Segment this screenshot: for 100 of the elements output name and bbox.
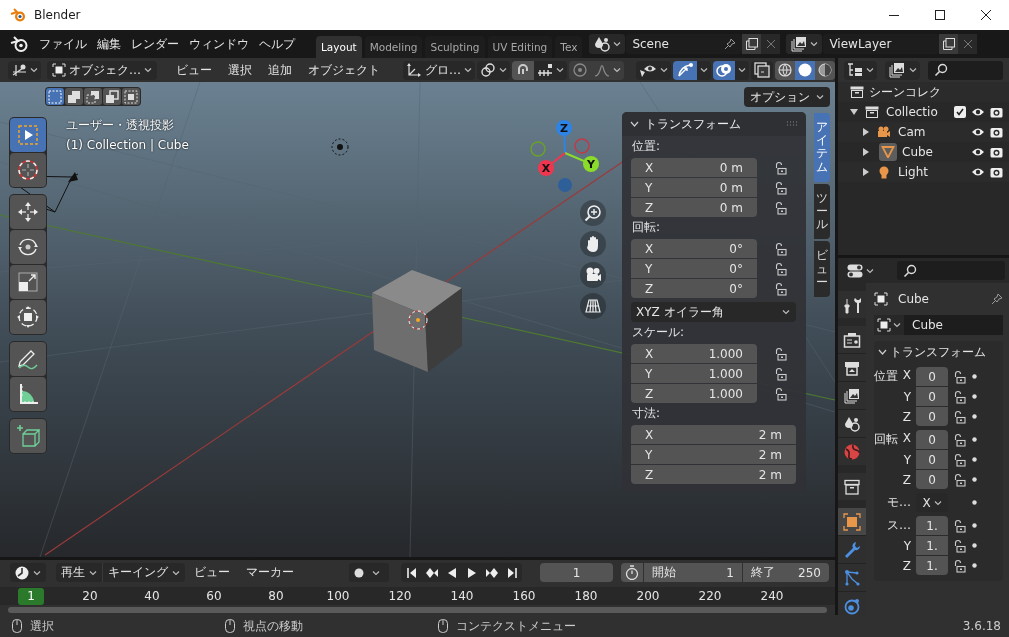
tool-button[interactable] [10, 300, 46, 334]
filter-dropdown[interactable] [885, 60, 920, 80]
tool-button[interactable] [10, 230, 46, 264]
editor-type-button[interactable] [8, 60, 41, 80]
gizmo-axis[interactable]: Z [556, 120, 572, 154]
number-field[interactable]: Y 0 m [631, 178, 757, 197]
current-frame-field[interactable]: 1 [540, 563, 613, 582]
tool-button[interactable] [10, 377, 46, 411]
mode-dropdown[interactable]: X [916, 493, 948, 512]
number-field[interactable]: 1. [916, 536, 948, 555]
cube-object[interactable] [372, 270, 462, 372]
new-view-layer-button[interactable] [939, 34, 959, 54]
remove-scene-button[interactable] [761, 34, 781, 54]
gizmo-axis[interactable]: X [538, 152, 566, 176]
outliner-item[interactable]: Cube [902, 145, 966, 159]
menu-item[interactable]: ファイル [34, 32, 92, 56]
new-scene-button[interactable] [742, 34, 762, 54]
keying-dropdown[interactable]: キーイング [102, 563, 185, 582]
name-field[interactable]: Cube [904, 315, 1003, 335]
end-frame-field[interactable]: 終了 250 [743, 563, 829, 582]
tool-button[interactable] [10, 265, 46, 299]
number-field[interactable]: Y 2 m [631, 445, 796, 464]
scene-selector[interactable] [589, 34, 626, 54]
number-field[interactable]: 0 [916, 450, 948, 469]
outliner-item[interactable]: Light [898, 165, 966, 179]
select-mode-button[interactable] [46, 88, 64, 105]
number-field[interactable]: Y 0° [631, 259, 757, 278]
properties-tab[interactable] [838, 354, 866, 381]
workspace-tab[interactable]: Modeling [364, 36, 423, 58]
sidebar-tab[interactable]: アイテム [814, 113, 830, 182]
number-field[interactable]: 0 [916, 470, 948, 489]
falloff-dropdown[interactable] [591, 60, 624, 80]
scene-field[interactable]: Scene [626, 34, 743, 54]
auto-keying-dropdown[interactable] [349, 563, 389, 582]
proportional-toggle[interactable] [569, 60, 591, 80]
search-field[interactable] [897, 261, 1005, 280]
tool-button[interactable] [10, 419, 46, 453]
editor-type-button[interactable] [844, 261, 877, 280]
number-field[interactable]: 1. [916, 516, 948, 535]
search-field[interactable] [928, 60, 1003, 80]
menu-item[interactable]: ビュー [169, 60, 219, 80]
tool-button[interactable] [10, 118, 46, 152]
number-field[interactable]: X 0 m [631, 158, 757, 177]
number-field[interactable]: 0 [916, 367, 948, 386]
number-field[interactable]: 1. [916, 556, 948, 575]
number-field[interactable]: X 2 m [631, 425, 796, 444]
workspace-tab[interactable]: Layout [316, 36, 362, 58]
menu-item[interactable]: レンダー [126, 32, 184, 56]
menu-item[interactable]: ウィンドウ [184, 32, 254, 56]
number-field[interactable]: X 1.000 [631, 344, 757, 363]
number-field[interactable]: 0 [916, 430, 948, 449]
pan-button[interactable] [580, 231, 606, 257]
tool-button[interactable] [10, 195, 46, 229]
overlay-dropdown[interactable] [735, 60, 749, 80]
sidebar-tab[interactable]: ツール [814, 183, 830, 240]
shading-button[interactable] [795, 60, 815, 80]
playback-dropdown[interactable]: 再生 [56, 563, 102, 582]
scrollbar[interactable] [8, 607, 827, 613]
remove-view-layer-button[interactable] [958, 34, 978, 54]
start-frame-field[interactable]: 開始 1 [644, 563, 742, 582]
menu-item[interactable]: 追加 [261, 60, 299, 80]
number-field[interactable]: Z 0 m [631, 198, 757, 217]
orientation-dropdown[interactable]: グロ… [403, 60, 475, 80]
view-layer-selector[interactable] [786, 34, 823, 54]
properties-tab[interactable] [838, 326, 866, 353]
zoom-button[interactable] [580, 200, 606, 226]
select-mode-button[interactable] [122, 88, 140, 105]
snap-toggle[interactable] [512, 60, 534, 80]
xray-toggle[interactable] [751, 60, 773, 80]
select-mode-button[interactable] [103, 88, 121, 105]
pivot-dropdown[interactable] [477, 60, 510, 80]
sidebar-tab[interactable]: ビュー [814, 241, 830, 297]
mode-dropdown[interactable]: オブジェク… [47, 60, 157, 80]
number-field[interactable]: Z 1.000 [631, 384, 757, 403]
select-mode-button[interactable] [65, 88, 83, 105]
number-field[interactable]: Z 2 m [631, 465, 796, 484]
menu-item[interactable]: 選択 [221, 60, 259, 80]
number-field[interactable]: X 0° [631, 239, 757, 258]
tool-button[interactable] [10, 153, 46, 187]
light-object[interactable] [331, 138, 349, 156]
properties-tab[interactable] [838, 536, 866, 563]
ortho-button[interactable] [580, 293, 606, 319]
outliner-item[interactable]: シーンコレク [869, 83, 1003, 101]
properties-tab[interactable] [838, 382, 866, 409]
number-field[interactable]: 0 [916, 407, 948, 426]
shading-button[interactable] [815, 60, 835, 80]
number-field[interactable]: Z 0° [631, 279, 757, 298]
overlay-toggle[interactable] [713, 60, 735, 80]
menu-item[interactable]: マーカー [239, 563, 301, 582]
checkbox[interactable] [954, 106, 966, 118]
camera-button[interactable] [580, 262, 606, 288]
gizmo-toggle[interactable] [673, 60, 697, 80]
properties-tab[interactable] [838, 473, 866, 500]
workspace-tab[interactable]: Sculpting [425, 36, 485, 58]
properties-tab[interactable] [838, 564, 866, 591]
view-layer-field[interactable]: ViewLayer [823, 34, 940, 54]
snap-dropdown[interactable] [534, 60, 567, 80]
tool-button[interactable] [10, 342, 46, 376]
menu-item[interactable]: ビュー [187, 563, 237, 582]
menu-item[interactable]: 編集 [92, 32, 126, 56]
